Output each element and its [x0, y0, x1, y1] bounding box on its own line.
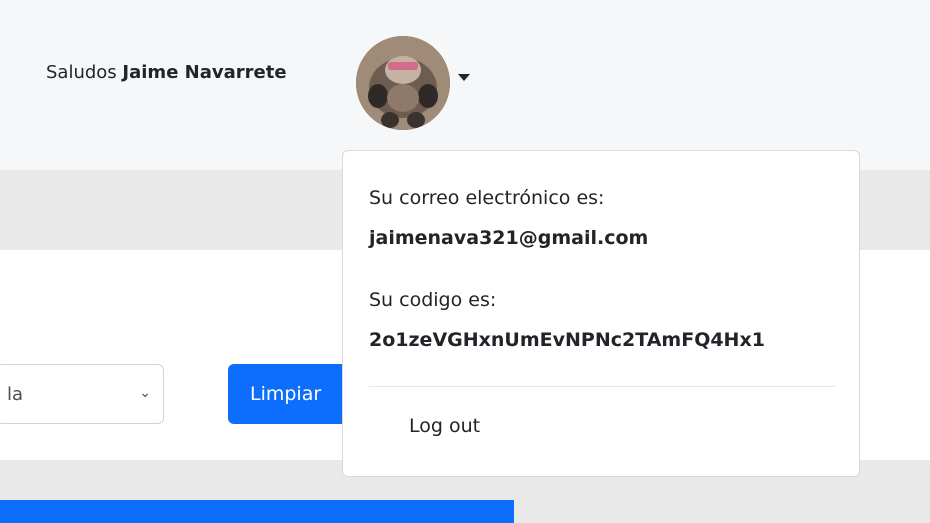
chevron-down-icon: ⌄	[139, 385, 151, 401]
logout-menu-item[interactable]: Log out	[409, 415, 480, 437]
filter-select[interactable]: la ⌄	[0, 364, 164, 424]
email-value: jaimenava321@gmail.com	[369, 227, 649, 249]
email-label: Su correo electrónico es:	[369, 187, 605, 209]
filter-select-value: la	[7, 384, 24, 405]
greeting-prefix: Saludos	[46, 62, 117, 83]
avatar-image	[356, 36, 450, 130]
user-name: Jaime Navarrete	[122, 62, 287, 83]
greeting: Saludos Jaime Navarrete	[46, 62, 287, 83]
user-avatar[interactable]	[356, 36, 450, 130]
page: Saludos Jaime Navarrete la ⌄ Limpiar Su …	[0, 0, 930, 523]
code-label: Su codigo es:	[369, 289, 497, 311]
caret-down-icon[interactable]	[458, 74, 470, 81]
menu-divider	[369, 386, 835, 387]
blue-bar	[0, 500, 514, 523]
user-dropdown-menu: Su correo electrónico es: jaimenava321@g…	[342, 150, 860, 477]
top-navbar: Saludos Jaime Navarrete	[0, 0, 930, 170]
code-value: 2o1zeVGHxnUmEvNPNc2TAmFQ4Hx1	[369, 329, 765, 351]
